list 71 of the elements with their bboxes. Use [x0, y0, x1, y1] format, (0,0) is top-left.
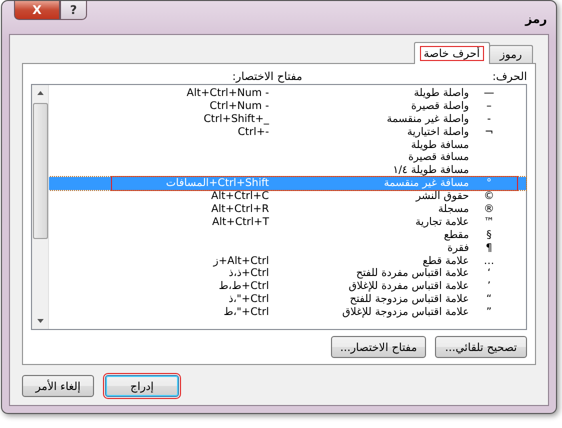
shortcut-cell: Alt+Ctrl+Num -: [186, 87, 269, 100]
symbol-cell-text: ¶: [484, 242, 494, 255]
scrollbar[interactable]: [32, 85, 49, 329]
symbol-cell-text: ©: [482, 190, 496, 204]
symbol-cell-text: °: [485, 177, 493, 190]
list-row[interactable]: مسافة طويلة ١/٤: [49, 164, 526, 178]
shortcut-cell: ط،ط+Ctrl: [218, 280, 269, 294]
name-cell-text: علامة تجارية: [414, 216, 469, 229]
help-button[interactable]: ?: [60, 1, 87, 20]
list-row[interactable]: … علامة قطع ز+Alt+Ctrl: [49, 254, 526, 268]
tab[interactable]: رموز: [488, 45, 533, 63]
shortcut-cell: Alt+Ctrl+T: [212, 216, 269, 229]
tab[interactable]: أحرف خاصة: [414, 42, 490, 64]
symbol-cell-text: –: [485, 100, 493, 113]
name-cell-text: مقطع: [442, 228, 469, 242]
shortcut-cell: Alt+Ctrl+C: [211, 190, 269, 204]
symbol-cell-text: §: [485, 228, 493, 242]
shortcut-cell: Ctrl+Shift+_: [204, 112, 269, 126]
dialog-button[interactable]: تصحيح تلقائي...: [435, 336, 527, 358]
shortcut-cell: ط،"+Ctrl: [224, 306, 269, 320]
name-cell-text: واصلة قصيرة: [410, 100, 469, 113]
shortcut-cell: Alt+Ctrl+R: [211, 203, 269, 216]
column-header: الحرف:: [492, 70, 527, 82]
cancel-button[interactable]: إلغاء الأمر: [22, 375, 94, 397]
column-header: مفتاح الاختصار:: [232, 70, 302, 82]
name-cell-text: مسجلة: [437, 203, 469, 216]
symbol-cell-text: —: [482, 87, 496, 100]
name-cell-text: حقوق النشر: [414, 190, 469, 204]
scroll-down-icon[interactable]: [36, 319, 44, 323]
list-row[interactable]: مسافة قصيرة: [49, 151, 526, 164]
dialog-button[interactable]: مفتاح الاختصار...: [331, 336, 426, 358]
name-cell-text: مسافة طويلة: [410, 138, 469, 152]
list-row[interactable]: “ علامة اقتباس مزدوجة للفتح ذ،"+Ctrl: [49, 293, 526, 306]
name-cell-text: علامة قطع: [422, 254, 469, 268]
symbol-cell-text: ™: [482, 216, 496, 229]
symbol-cell-text: ®: [482, 203, 496, 216]
name-cell-text: علامة اقتباس مزدوجة للفتح: [348, 293, 469, 306]
name-cell-text: فقرة: [446, 242, 469, 255]
scroll-up-icon[interactable]: [36, 91, 44, 95]
shortcut-cell: ذ،ذ+Ctrl: [228, 267, 269, 280]
symbol-cell-text: “: [485, 293, 493, 306]
list-row[interactable]: ‘ علامة اقتباس مفردة للفتح ذ،ذ+Ctrl: [49, 267, 526, 280]
window-title: رمز: [525, 12, 547, 26]
shortcut-cell: ز+Alt+Ctrl: [213, 254, 269, 268]
name-cell-text: واصلة غير منقسمة: [386, 112, 469, 126]
scrollbar-thumb[interactable]: [32, 103, 48, 239]
insert-button[interactable]: إدراج: [105, 375, 179, 397]
symbol-cell-text: ¬: [484, 126, 494, 139]
name-cell-text: مسافة غير منقسمة: [382, 177, 469, 190]
list-row[interactable]: مسافة طويلة: [49, 138, 526, 152]
name-cell-text: مسافة قصيرة: [407, 151, 469, 164]
shortcut-cell: ذ،"+Ctrl: [228, 293, 269, 306]
shortcut-cell: Ctrl+Num -: [210, 100, 269, 113]
symbol-cell-text: …: [482, 254, 496, 268]
shortcut-cell: Ctrl+-: [238, 126, 269, 139]
name-cell-text: علامة اقتباس مفردة للفتح: [355, 267, 469, 280]
symbol-cell-text: ‘: [486, 267, 492, 280]
symbol-cell-text: -: [486, 112, 492, 126]
name-cell-text: علامة اقتباس مزدوجة للإغلاق: [341, 306, 469, 320]
list-row[interactable]: ’ علامة اقتباس مفردة للإغلاق ط،ط+Ctrl: [49, 280, 526, 294]
name-cell-text: علامة اقتباس مفردة للإغلاق: [348, 280, 469, 294]
list-row[interactable]: § مقطع: [49, 228, 526, 242]
shortcut-cell: المسافات+Ctrl+Shift: [166, 177, 269, 190]
list-row[interactable]: ¶ فقرة: [49, 242, 526, 255]
list-row[interactable]: ” علامة اقتباس مزدوجة للإغلاق ط،"+Ctrl: [49, 306, 526, 320]
name-cell-text: واصلة اختيارية: [406, 126, 469, 139]
name-cell-text: مسافة طويلة ١/٤: [392, 164, 469, 178]
name-cell-text: واصلة طويلة: [412, 87, 469, 100]
symbol-cell-text: ’: [486, 280, 492, 294]
symbol-cell-text: ”: [485, 306, 493, 320]
close-button[interactable]: X: [14, 1, 60, 20]
